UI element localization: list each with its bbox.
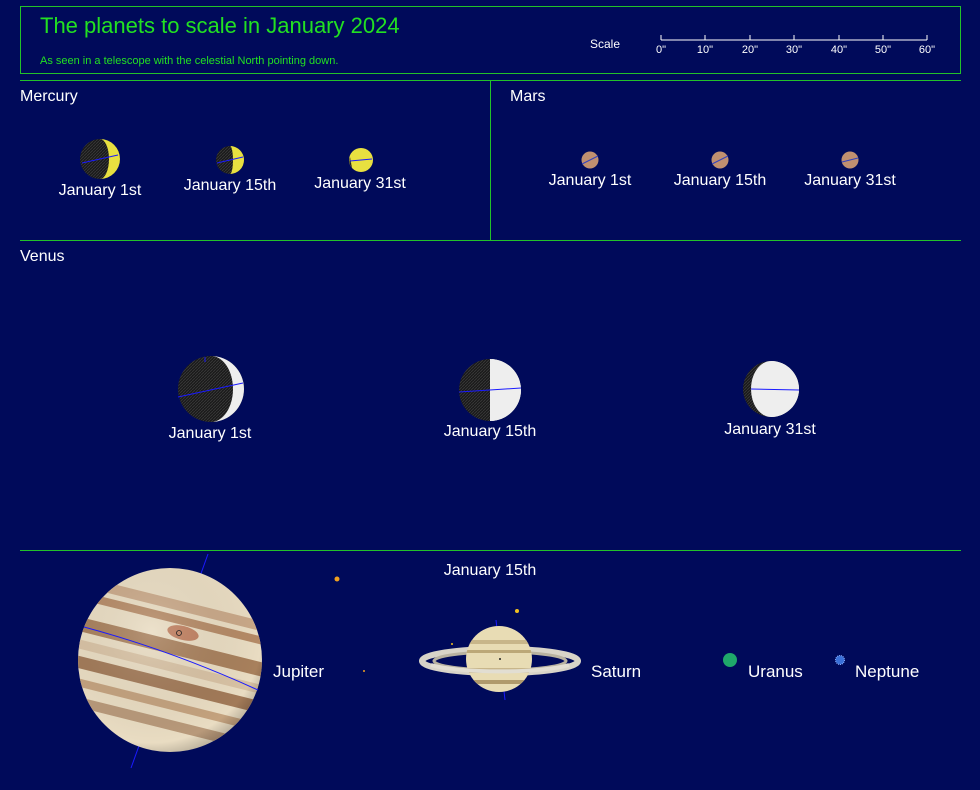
venus-disc <box>177 356 244 422</box>
jupiter-disc <box>78 553 365 769</box>
mars-disc <box>711 151 729 169</box>
scale-bar <box>660 35 928 41</box>
planet-graphics <box>78 35 928 769</box>
venus-disc <box>743 361 800 417</box>
mercury-disc <box>80 139 120 179</box>
mars-disc <box>841 151 859 169</box>
venus-disc <box>458 359 522 421</box>
mercury-disc <box>216 146 244 174</box>
mars-disc <box>581 151 599 169</box>
uranus-disc <box>723 653 737 667</box>
mercury-disc <box>349 148 373 172</box>
planet-chart: The planets to scale in January 2024 As … <box>0 0 980 790</box>
saturn-disc <box>419 609 581 701</box>
neptune-disc <box>835 655 845 665</box>
